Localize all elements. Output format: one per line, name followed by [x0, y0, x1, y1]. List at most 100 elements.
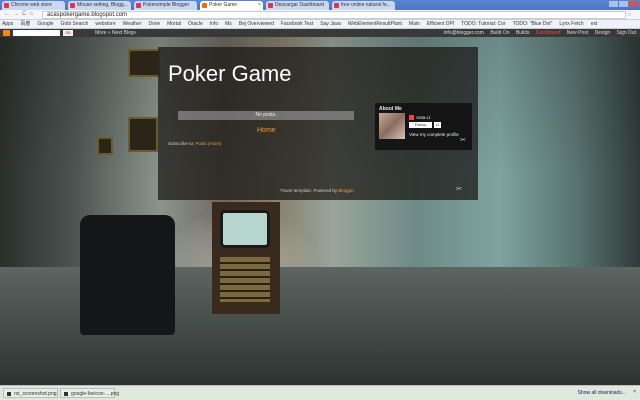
bookmark-item[interactable]: Gobi Search [61, 21, 89, 27]
about-me-widget: About Me Anta LI Follow 11 View my compl… [375, 103, 472, 150]
background-picture [128, 117, 158, 152]
bookmark-item[interactable]: Efficient DPI [427, 21, 454, 27]
bookmark-item[interactable]: TODO: Tutorial: Cor [461, 21, 505, 27]
no-posts-message: No posts. [178, 111, 354, 120]
edit-attribution-icon[interactable]: ✂ [456, 185, 462, 193]
download-filename: google-favicon-....png [71, 391, 120, 397]
file-icon [7, 392, 11, 396]
tab-label: Pokersimple Blogger [143, 2, 190, 8]
show-all-downloads-link[interactable]: Show all downloads... [578, 390, 626, 396]
tab-label: free online natural fo... [341, 2, 391, 8]
account-email: info@blogger.com [443, 30, 484, 36]
close-window-button[interactable] [629, 1, 638, 7]
follower-count: 11 [434, 122, 441, 128]
home-link[interactable]: Home [257, 127, 276, 134]
favicon-icon [70, 3, 75, 8]
search-button[interactable]: SB [63, 30, 73, 36]
close-tab-icon[interactable]: × [258, 2, 261, 8]
bookmark-item[interactable]: WebElementResultPlant [348, 21, 402, 27]
file-icon [64, 392, 68, 396]
bookmark-item[interactable]: Apps [2, 21, 13, 27]
tab-label: Chrome web store [11, 2, 52, 8]
bookmark-star-icon[interactable]: ☆ [627, 11, 632, 18]
tab[interactable]: Mouse setting, Blogg... [68, 1, 131, 10]
bookmark-item[interactable]: Say Java [320, 21, 341, 27]
subscribe-line: Subscribe to: Posts (Atom) [168, 141, 222, 146]
navbar-link[interactable]: Build On [490, 30, 509, 36]
blog-search-input[interactable] [13, 30, 60, 36]
tab-label: Descargar Dashboard [275, 2, 324, 8]
url-input[interactable]: acaspokergame.blogspot.com [42, 11, 626, 19]
download-item[interactable]: rst_screenshot.png [3, 388, 58, 398]
bookmark-item[interactable]: Info [210, 21, 218, 27]
navbar-right: info@blogger.com Build On Builds Dashboa… [439, 29, 636, 37]
window-controls [609, 1, 638, 7]
bookmark-item[interactable]: webstore [95, 21, 115, 27]
background-tv [212, 202, 280, 314]
bookmark-item[interactable]: Ms [225, 21, 232, 27]
navbar-link[interactable]: Builds [516, 30, 530, 36]
edit-widget-icon[interactable]: ✂ [460, 136, 466, 144]
maximize-button[interactable] [619, 1, 628, 7]
bookmark-item[interactable]: Oracle [188, 21, 203, 27]
blogger-link[interactable]: Blogger. [338, 188, 355, 193]
subscribe-label: Subscribe to: [168, 141, 196, 146]
nav-buttons-icon[interactable]: ←→C⌂ [4, 11, 36, 17]
download-item[interactable]: google-favicon-....png [60, 388, 119, 398]
navbar-links: More » Next Blog» [95, 29, 136, 37]
next-blog-link[interactable]: Next Blog» [112, 30, 136, 36]
background-picture [128, 49, 160, 77]
close-download-shelf-icon[interactable]: × [633, 389, 636, 395]
tab[interactable]: Pokersimple Blogger [134, 1, 197, 10]
bookmark-item[interactable]: ext [591, 21, 598, 27]
blogger-navbar: SB More » Next Blog» info@blogger.com Bu… [0, 29, 640, 37]
bookmarks-bar: Apps 百度 Google Gobi Search webstore Weather Dr… [0, 20, 640, 29]
download-filename: rst_screenshot.png [14, 391, 57, 397]
bookmark-item[interactable]: Main [409, 21, 420, 27]
bookmark-item[interactable]: Mortal [167, 21, 181, 27]
bookmark-item[interactable]: Facebook Test [281, 21, 313, 27]
more-link[interactable]: More » [95, 30, 111, 36]
design-link[interactable]: Design [595, 30, 611, 36]
background-picture [97, 137, 113, 155]
profile-photo[interactable] [379, 113, 405, 139]
tab[interactable]: Chrome web store [2, 1, 65, 10]
bookmark-item[interactable]: Drive [148, 21, 160, 27]
tab-bar: Chrome web store Mouse setting, Blogg...… [0, 0, 640, 10]
bookmark-item[interactable]: 百度 [20, 21, 30, 27]
bookmark-item[interactable]: Bej Overviewed [239, 21, 274, 27]
tab-label: Poker Game [209, 2, 238, 8]
bookmark-item[interactable]: TODO: "Blue Dot" [513, 21, 553, 27]
tab-label: Mouse setting, Blogg... [77, 2, 128, 8]
bookmark-item[interactable]: Lynx Fetch [559, 21, 583, 27]
view-profile-link[interactable]: View my complete profile [409, 132, 459, 137]
sign-out-link[interactable]: Sign Out [617, 30, 636, 36]
background-armchair [80, 215, 175, 335]
download-shelf: rst_screenshot.png google-favicon-....pn… [0, 385, 640, 400]
about-heading: About Me [379, 106, 402, 112]
posts-atom-link[interactable]: Posts (Atom) [196, 141, 222, 146]
favicon-icon [136, 3, 141, 8]
blog-page: Poker Game No posts. Home Subscribe to: … [0, 37, 640, 385]
tab[interactable]: Descargar Dashboard [266, 1, 329, 10]
tab-active[interactable]: Poker Game × [200, 1, 263, 10]
navbar-link[interactable]: Dashboard [536, 30, 560, 36]
blogger-favicon-icon [202, 3, 207, 8]
blogger-icon [409, 115, 414, 120]
bookmark-item[interactable]: Weather [123, 21, 142, 27]
favicon-icon [334, 3, 339, 8]
favicon-icon [4, 3, 9, 8]
bookmark-item[interactable]: Google [37, 21, 53, 27]
blog-title[interactable]: Poker Game [168, 61, 292, 87]
footer-attribution: Travel template. Powered by Blogger. [280, 188, 355, 193]
minimize-button[interactable] [609, 1, 618, 7]
address-bar-row: ←→C⌂ acaspokergame.blogspot.com ☆ [0, 10, 640, 20]
blog-main-panel: Poker Game No posts. Home Subscribe to: … [158, 47, 478, 200]
profile-name[interactable]: Anta LI [416, 115, 430, 120]
blogger-logo-icon[interactable] [3, 30, 10, 36]
footer-text: Travel template. Powered by [280, 188, 339, 193]
new-post-link[interactable]: New Post [567, 30, 588, 36]
follow-button[interactable]: Follow [409, 122, 432, 128]
tab[interactable]: free online natural fo... [332, 1, 395, 10]
favicon-icon [268, 3, 273, 8]
